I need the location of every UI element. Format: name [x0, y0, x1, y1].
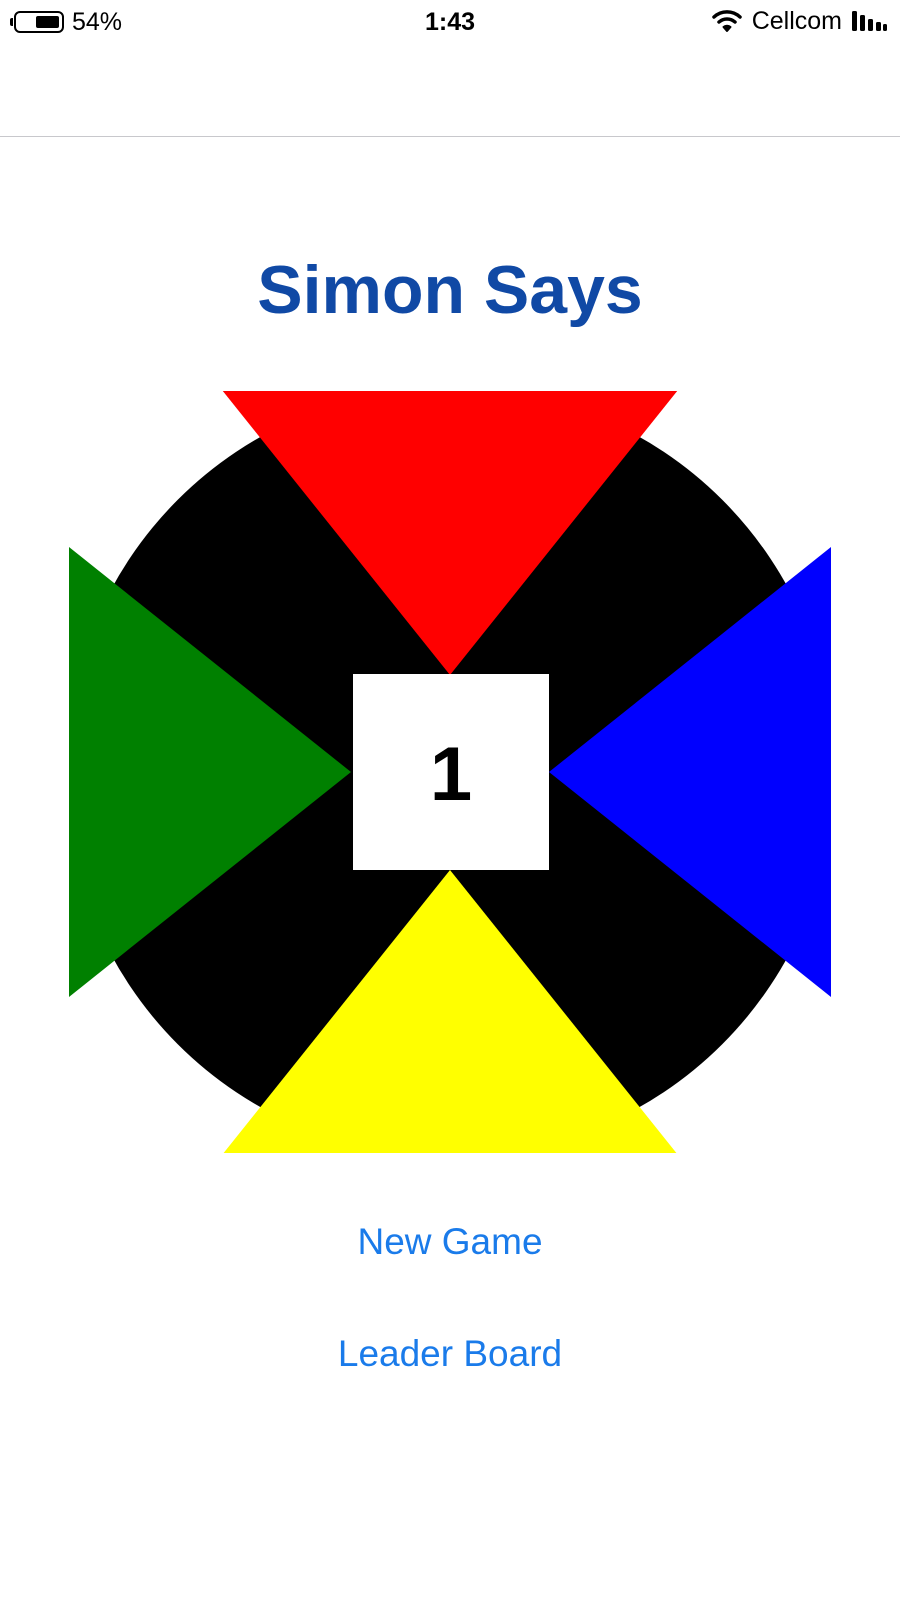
new-game-button[interactable]: New Game — [0, 1220, 900, 1264]
score-counter: 1 — [430, 732, 472, 817]
leader-board-button[interactable]: Leader Board — [0, 1332, 900, 1376]
simon-board: 1 — [69, 391, 831, 1153]
